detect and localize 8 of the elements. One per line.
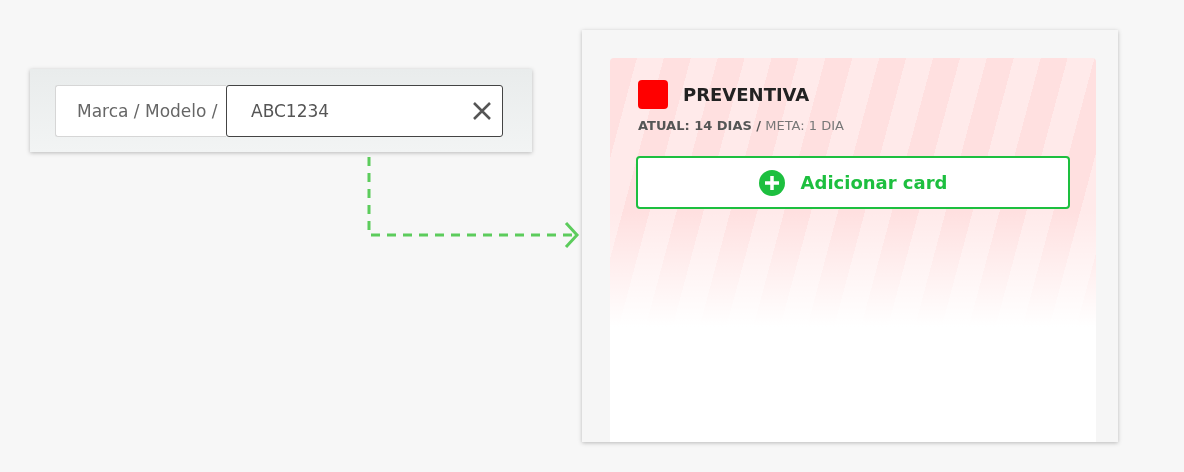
field-prefix: Marca / Modelo / xyxy=(55,84,226,137)
search-input[interactable]: ABC1234 xyxy=(249,99,472,122)
close-icon xyxy=(472,100,492,121)
plus-icon xyxy=(758,169,785,196)
column-metrics: ATUAL: 14 DIAS / META: 1 DIA xyxy=(638,118,845,133)
close-button[interactable] xyxy=(472,100,492,121)
search-field[interactable]: ABC1234 xyxy=(226,84,503,137)
column-title: PREVENTIVA xyxy=(683,84,810,105)
